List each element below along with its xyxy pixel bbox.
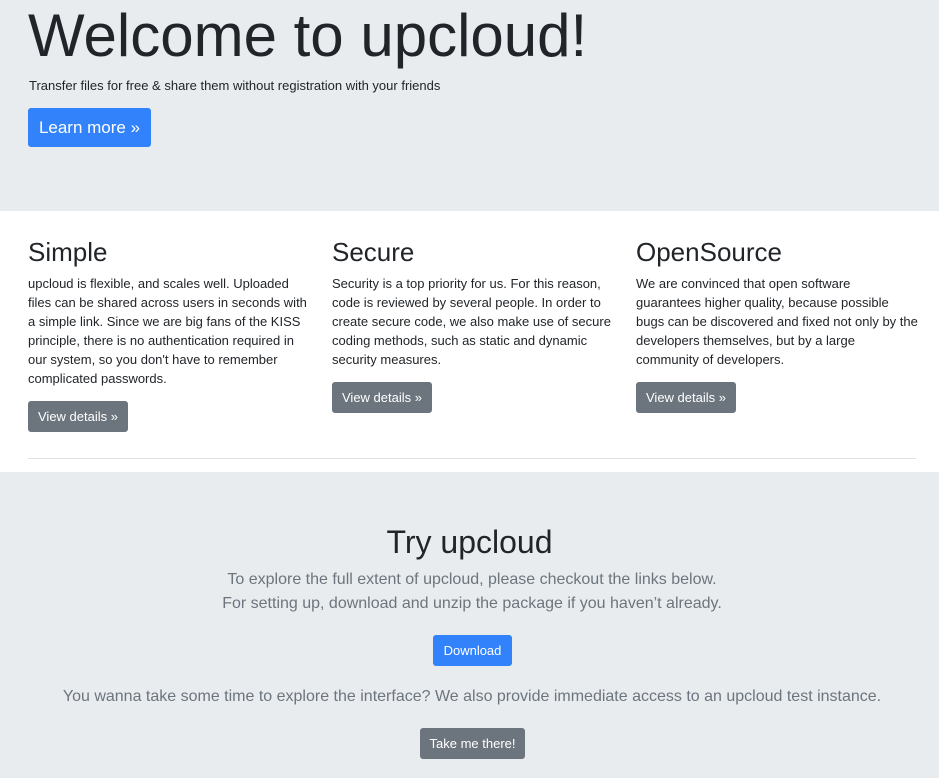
take-me-there-button[interactable]: Take me there! [420, 728, 525, 759]
view-details-button[interactable]: View details » [636, 382, 736, 413]
divider [28, 458, 916, 459]
feature-title: Secure [332, 237, 415, 267]
view-details-button[interactable]: View details » [28, 401, 128, 432]
try-section: Try upcloud To explore the full extent o… [0, 472, 939, 778]
view-details-button[interactable]: View details » [332, 382, 432, 413]
hero-lead: Transfer files for free & share them wit… [29, 78, 441, 93]
try-title: Try upcloud [386, 524, 553, 560]
feature-text: We are convinced that open software guar… [636, 276, 918, 367]
feature-text: Security is a top priority for us. For t… [332, 276, 611, 367]
feature-title: OpenSource [636, 237, 782, 267]
hero-section: Welcome to upcloud! Transfer files for f… [0, 0, 939, 211]
explore-text: You wanna take some time to explore the … [62, 688, 882, 705]
features-section: Simple upcloud is flexible, and scales w… [0, 211, 939, 472]
page-title: Welcome to upcloud! [28, 2, 588, 69]
try-line-1: To explore the full extent of upcloud, p… [227, 571, 717, 588]
download-button[interactable]: Download [433, 635, 512, 666]
try-line-2: For setting up, download and unzip the p… [222, 595, 722, 612]
feature-text: upcloud is flexible, and scales well. Up… [28, 276, 307, 386]
feature-title: Simple [28, 237, 108, 267]
learn-more-button[interactable]: Learn more » [28, 108, 151, 147]
